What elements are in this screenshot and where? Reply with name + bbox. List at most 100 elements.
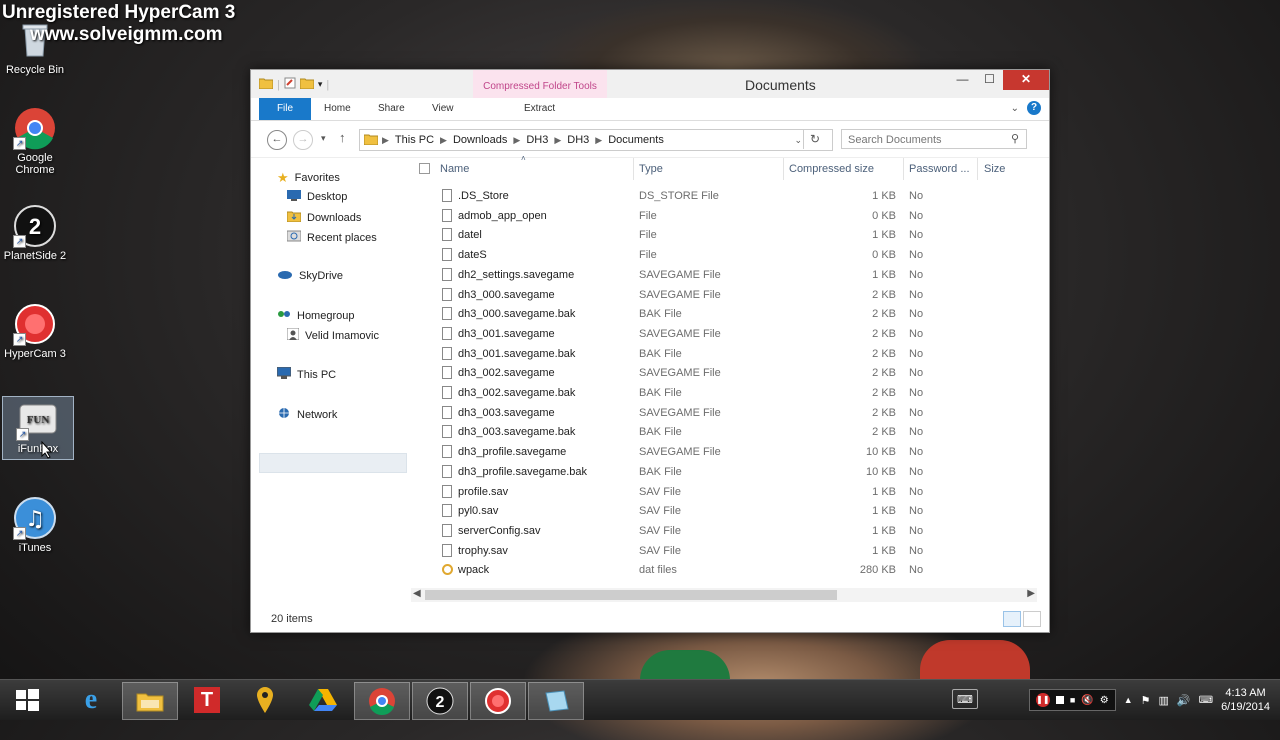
column-divider[interactable]: [977, 158, 978, 180]
new-folder-icon[interactable]: [299, 77, 315, 92]
breadcrumb-separator-icon[interactable]: ▶: [554, 135, 561, 146]
volume-icon[interactable]: 🔊: [1177, 694, 1191, 707]
tab-view[interactable]: View: [432, 98, 454, 120]
taskbar-t-app[interactable]: T: [180, 682, 234, 718]
table-row[interactable]: dh3_003.savegame.bak BAK File 2 KB No: [413, 423, 1033, 442]
taskbar-hypercam[interactable]: [470, 682, 526, 720]
table-row[interactable]: dh3_000.savegame.bak BAK File 2 KB No: [413, 305, 1033, 324]
nav-homegroup[interactable]: Homegroup: [277, 308, 354, 323]
taskbar-ifunbox[interactable]: [528, 682, 584, 720]
pause-record-icon[interactable]: ❚❚: [1035, 693, 1050, 707]
column-header-type[interactable]: Type: [639, 163, 663, 175]
tab-home[interactable]: Home: [324, 98, 351, 120]
table-row[interactable]: .DS_Store DS_STORE File 1 KB No: [413, 187, 1033, 206]
forward-button[interactable]: →: [293, 130, 313, 150]
table-row[interactable]: dh3_profile.savegame SAVEGAME File 10 KB No: [413, 443, 1033, 462]
tab-file[interactable]: File: [259, 98, 311, 120]
table-row[interactable]: dateS File 0 KB No: [413, 246, 1033, 265]
camera-icon[interactable]: ■: [1070, 695, 1075, 705]
show-hidden-icons-icon[interactable]: ▲: [1124, 695, 1133, 705]
breadcrumb-documents[interactable]: Documents: [602, 134, 670, 146]
help-icon[interactable]: ?: [1027, 101, 1041, 115]
nav-user[interactable]: Velid Imamovic: [286, 327, 379, 343]
taskbar-maps[interactable]: [238, 682, 292, 718]
scrollbar-thumb[interactable]: [425, 590, 837, 600]
breadcrumb-dh3-inner[interactable]: DH3: [561, 134, 595, 146]
settings-icon[interactable]: ⚙: [1100, 695, 1109, 706]
address-bar[interactable]: ▶ This PC ▶ Downloads ▶ DH3 ▶ DH3 ▶ Docu…: [359, 129, 833, 151]
taskbar-drive[interactable]: [296, 682, 350, 718]
breadcrumb-separator-icon[interactable]: ▶: [595, 135, 602, 146]
table-row[interactable]: trophy.sav SAV File 1 KB No: [413, 542, 1033, 561]
minimize-button[interactable]: —: [949, 70, 976, 90]
select-all-checkbox[interactable]: [419, 163, 430, 174]
scroll-right-icon[interactable]: ▶: [1027, 588, 1035, 599]
horizontal-scrollbar[interactable]: ◀ ▶: [411, 588, 1037, 602]
desktop-icon-planetside[interactable]: 2 ↗ PlanetSide 2: [0, 204, 70, 262]
close-button[interactable]: ✕: [1003, 70, 1049, 90]
desktop-icon-hypercam[interactable]: ↗ HyperCam 3: [0, 302, 70, 360]
back-button[interactable]: ←: [267, 130, 287, 150]
column-header-name[interactable]: Name: [440, 163, 469, 175]
scroll-left-icon[interactable]: ◀: [413, 588, 421, 599]
recent-locations-icon[interactable]: ▾: [321, 133, 326, 144]
desktop-icon-ifunbox[interactable]: FUN ↗ iFunBox: [2, 396, 74, 460]
nav-recent-places[interactable]: Recent places: [286, 230, 377, 245]
table-row[interactable]: dh3_profile.savegame.bak BAK File 10 KB No: [413, 463, 1033, 482]
table-row[interactable]: datel File 1 KB No: [413, 226, 1033, 245]
table-row[interactable]: admob_app_open File 0 KB No: [413, 207, 1033, 226]
taskbar-explorer[interactable]: [122, 682, 178, 720]
folder-icon[interactable]: [258, 77, 274, 92]
network-status-icon[interactable]: ▥: [1159, 694, 1169, 707]
table-row[interactable]: dh3_002.savegame.bak BAK File 2 KB No: [413, 384, 1033, 403]
action-center-icon[interactable]: ⚑: [1141, 694, 1151, 707]
up-button[interactable]: ↑: [339, 130, 346, 145]
properties-icon[interactable]: [284, 77, 296, 92]
table-row[interactable]: dh3_000.savegame SAVEGAME File 2 KB No: [413, 286, 1033, 305]
tab-share[interactable]: Share: [378, 98, 405, 120]
column-divider[interactable]: [783, 158, 784, 180]
nav-this-pc[interactable]: This PC: [276, 366, 336, 382]
maximize-button[interactable]: ☐: [976, 70, 1003, 90]
stop-icon[interactable]: [1055, 696, 1064, 704]
breadcrumb-this-pc[interactable]: This PC: [389, 134, 440, 146]
start-button[interactable]: [0, 682, 54, 718]
table-row[interactable]: dh3_002.savegame SAVEGAME File 2 KB No: [413, 364, 1033, 383]
breadcrumb-dh3[interactable]: DH3: [520, 134, 554, 146]
breadcrumb-separator-icon[interactable]: ▶: [382, 135, 389, 146]
table-row[interactable]: pyl0.sav SAV File 1 KB No: [413, 502, 1033, 521]
table-row[interactable]: dh3_003.savegame SAVEGAME File 2 KB No: [413, 404, 1033, 423]
table-row[interactable]: profile.sav SAV File 1 KB No: [413, 483, 1033, 502]
breadcrumb-downloads[interactable]: Downloads: [447, 134, 513, 146]
table-row[interactable]: dh3_001.savegame SAVEGAME File 2 KB No: [413, 325, 1033, 344]
nav-downloads[interactable]: Downloads: [286, 210, 361, 225]
nav-favorites[interactable]: ★ Favorites: [277, 170, 340, 186]
column-header-compressed-size[interactable]: Compressed size: [789, 163, 874, 175]
language-icon[interactable]: ⌨: [1199, 695, 1213, 706]
desktop-icon-chrome[interactable]: ↗ Google Chrome: [0, 106, 70, 176]
large-icons-view-icon[interactable]: [1023, 611, 1041, 627]
breadcrumb-separator-icon[interactable]: ▶: [440, 135, 447, 146]
column-divider[interactable]: [633, 158, 634, 180]
nav-desktop[interactable]: Desktop: [287, 190, 347, 204]
table-row[interactable]: dh2_settings.savegame SAVEGAME File 1 KB No: [413, 266, 1033, 285]
taskbar-chrome[interactable]: [354, 682, 410, 720]
touch-keyboard-icon[interactable]: ⌨: [952, 689, 978, 709]
taskbar-ie[interactable]: e: [64, 682, 118, 718]
expand-ribbon-icon[interactable]: ⌄: [1011, 103, 1019, 114]
breadcrumb-separator-icon[interactable]: ▶: [513, 135, 520, 146]
column-header-size[interactable]: Size: [984, 163, 1005, 175]
nav-skydrive[interactable]: SkyDrive: [277, 269, 343, 282]
column-header-password[interactable]: Password ...: [909, 163, 970, 175]
desktop-icon-itunes[interactable]: ♫ ↗ iTunes: [0, 496, 70, 554]
table-row[interactable]: serverConfig.sav SAV File 1 KB No: [413, 522, 1033, 541]
table-row[interactable]: dh3_001.savegame.bak BAK File 2 KB No: [413, 345, 1033, 364]
column-divider[interactable]: [903, 158, 904, 180]
tab-extract[interactable]: Extract: [524, 98, 555, 120]
nav-network[interactable]: Network: [277, 407, 337, 422]
qa-dropdown-icon[interactable]: ▾: [318, 79, 323, 90]
refresh-button[interactable]: ↻: [803, 129, 826, 149]
search-input[interactable]: Search Documents: [841, 129, 1027, 149]
clock[interactable]: 4:13 AM 6/19/2014: [1221, 686, 1270, 714]
table-row[interactable]: wpack dat files 280 KB No: [413, 561, 1033, 580]
